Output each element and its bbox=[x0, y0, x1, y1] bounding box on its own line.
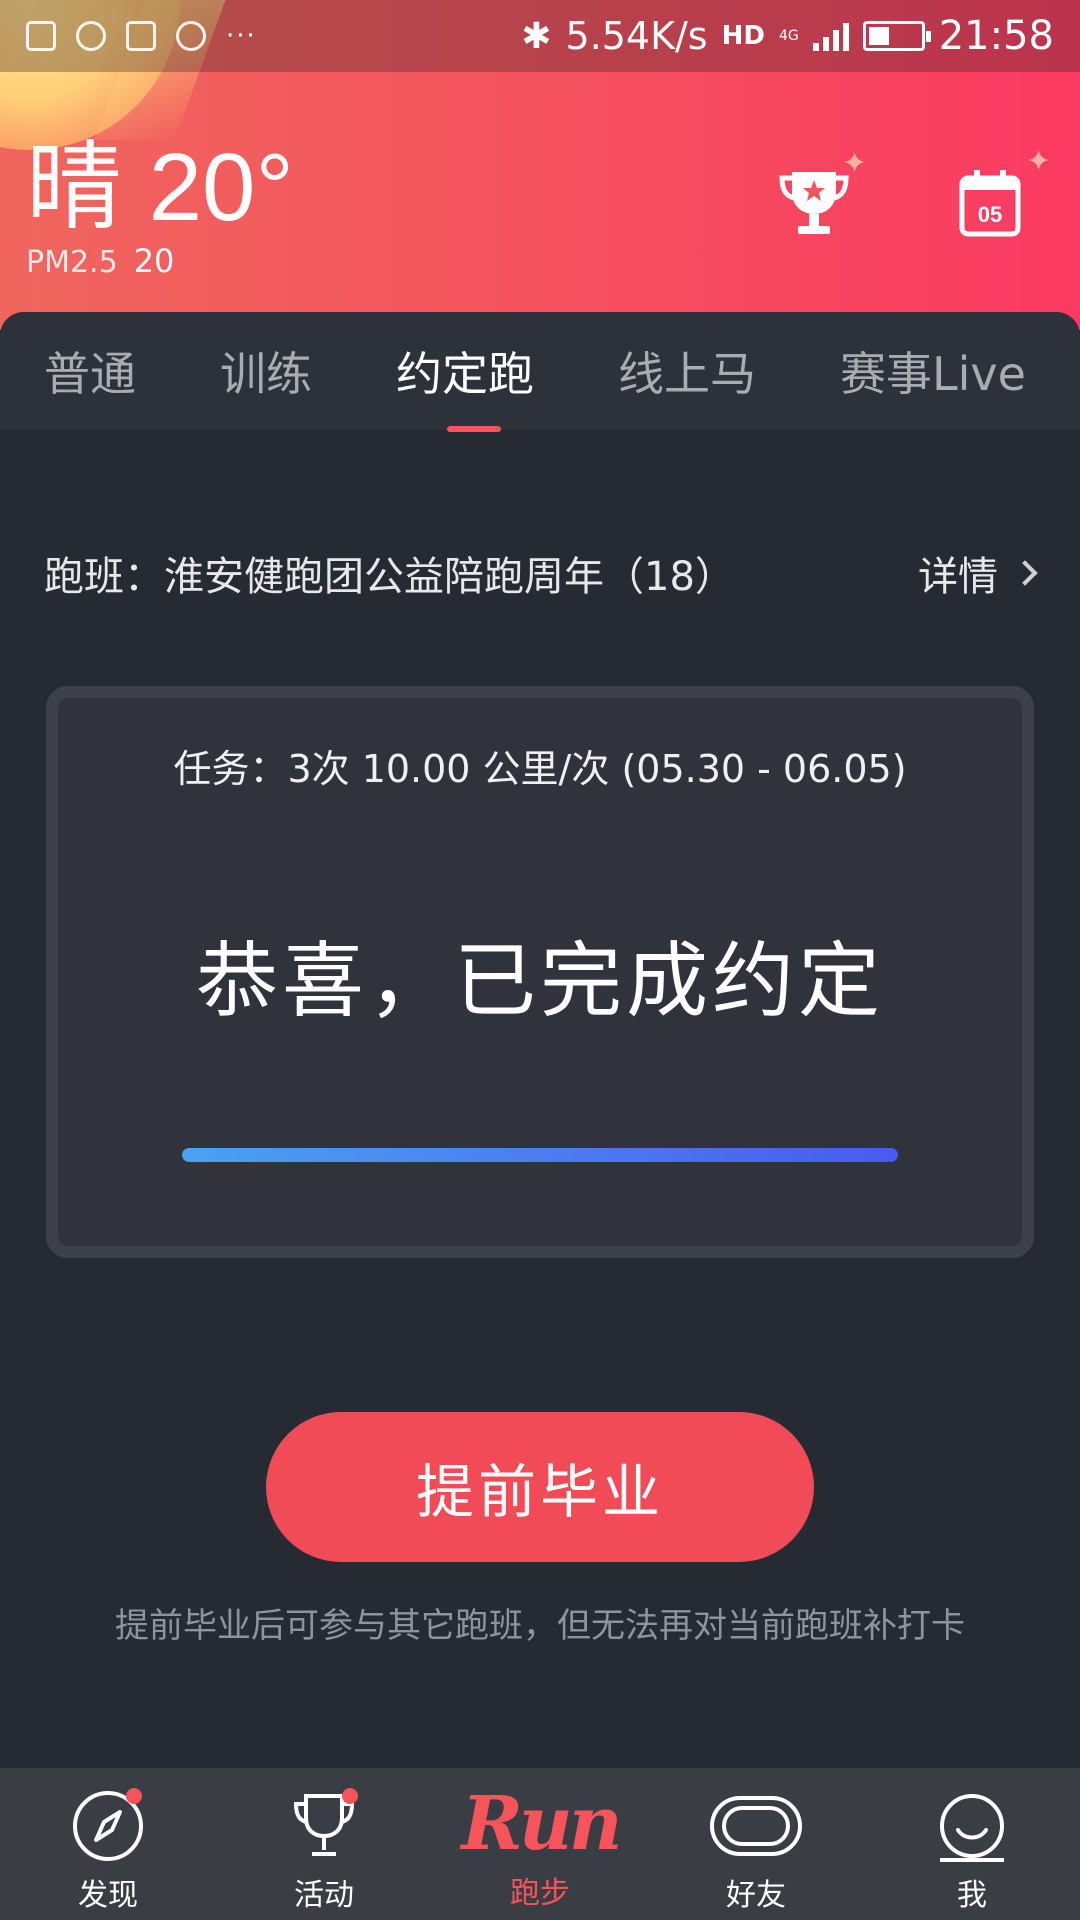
achievements-button[interactable]: ✦ bbox=[764, 146, 867, 250]
details-label: 详情 bbox=[918, 554, 998, 600]
nav-run-label: 跑步 bbox=[510, 1876, 570, 1911]
trophy-icon bbox=[284, 1786, 364, 1866]
nav-run[interactable]: Run 跑步 bbox=[432, 1768, 648, 1920]
club-name: 跑班：淮安健跑团公益陪跑周年（18） bbox=[44, 554, 735, 600]
weather-temp: 晴 20° bbox=[26, 134, 294, 241]
details-link[interactable]: 详情 bbox=[918, 544, 1038, 602]
nav-friends[interactable]: 好友 bbox=[648, 1768, 864, 1920]
nav-me[interactable]: 我 bbox=[864, 1768, 1080, 1920]
clock: 21:58 bbox=[938, 13, 1054, 59]
club-row: 跑班：淮安健跑团公益陪跑周年（18） 详情 bbox=[44, 544, 1038, 602]
network-type: 4G bbox=[778, 28, 799, 44]
calendar-button[interactable]: 05 ✦ bbox=[944, 144, 1051, 250]
graduate-note: 提前毕业后可参与其它跑班，但无法再对当前跑班补打卡 bbox=[115, 1606, 965, 1646]
pm25-readout: PM2.5 20 bbox=[26, 242, 174, 280]
more-notifications-icon: ··· bbox=[226, 21, 257, 51]
task-progress-fill bbox=[182, 1148, 898, 1162]
nav-activity[interactable]: 活动 bbox=[216, 1768, 432, 1920]
net-speed: 5.54K/s bbox=[565, 14, 708, 58]
graduate-early-button[interactable]: 提前毕业 bbox=[266, 1412, 814, 1562]
nav-discover[interactable]: 发现 bbox=[0, 1768, 216, 1920]
calendar-day: 05 bbox=[978, 202, 1002, 227]
image-notification-icon bbox=[26, 21, 56, 51]
compass-icon bbox=[68, 1786, 148, 1866]
signal-icon bbox=[812, 21, 849, 51]
completion-message: 恭喜，已完成约定 bbox=[195, 934, 884, 1029]
main-panel: 普通 训练 约定跑 线上马 赛事Live 跑班：淮安健跑团公益陪跑周年（18） … bbox=[0, 312, 1080, 1768]
task-progress-bar bbox=[182, 1148, 898, 1162]
status-bar: ··· ✱ 5.54K/s HD 4G 21:58 bbox=[0, 0, 1080, 72]
tab-normal[interactable]: 普通 bbox=[44, 338, 136, 404]
task-card: 任务：3次 10.00 公里/次 (05.30 - 06.05) 恭喜，已完成约… bbox=[46, 686, 1034, 1258]
pm25-label: PM2.5 bbox=[26, 245, 118, 280]
tab-appointment-run[interactable]: 约定跑 bbox=[396, 338, 534, 404]
discover-badge bbox=[126, 1788, 142, 1804]
nav-friends-label: 好友 bbox=[726, 1878, 786, 1913]
hd-indicator: HD bbox=[721, 21, 765, 51]
battery-icon bbox=[862, 21, 931, 51]
apps-notification-icon bbox=[126, 21, 156, 51]
smile-icon bbox=[932, 1786, 1012, 1866]
wechat-notification-icon bbox=[176, 21, 206, 51]
bottom-nav: 发现 活动 Run 跑步 好友 我 bbox=[0, 1768, 1080, 1920]
run-logo-icon: Run bbox=[461, 1781, 622, 1867]
tab-training[interactable]: 训练 bbox=[220, 338, 312, 404]
calendar-icon: 05 bbox=[959, 170, 1021, 237]
tab-online-marathon[interactable]: 线上马 bbox=[618, 338, 756, 404]
track-icon bbox=[710, 1786, 802, 1866]
active-tab-indicator bbox=[447, 426, 501, 432]
header: ··· ✱ 5.54K/s HD 4G 21:58 晴 20° PM2.5 20… bbox=[0, 0, 1080, 330]
bluetooth-icon: ✱ bbox=[521, 15, 552, 57]
tab-event-live[interactable]: 赛事Live bbox=[840, 338, 1026, 404]
tab-bar: 普通 训练 约定跑 线上马 赛事Live bbox=[0, 312, 1080, 432]
activity-badge bbox=[342, 1788, 358, 1804]
music-notification-icon bbox=[76, 21, 106, 51]
chevron-right-icon bbox=[1012, 560, 1038, 586]
task-description: 任务：3次 10.00 公里/次 (05.30 - 06.05) bbox=[173, 747, 907, 791]
sparkle-icon: ✦ bbox=[1026, 144, 1052, 179]
pm25-value: 20 bbox=[133, 242, 175, 280]
nav-activity-label: 活动 bbox=[294, 1878, 354, 1913]
nav-me-label: 我 bbox=[957, 1878, 987, 1913]
nav-discover-label: 发现 bbox=[78, 1878, 138, 1913]
sparkle-icon: ✦ bbox=[842, 146, 868, 181]
